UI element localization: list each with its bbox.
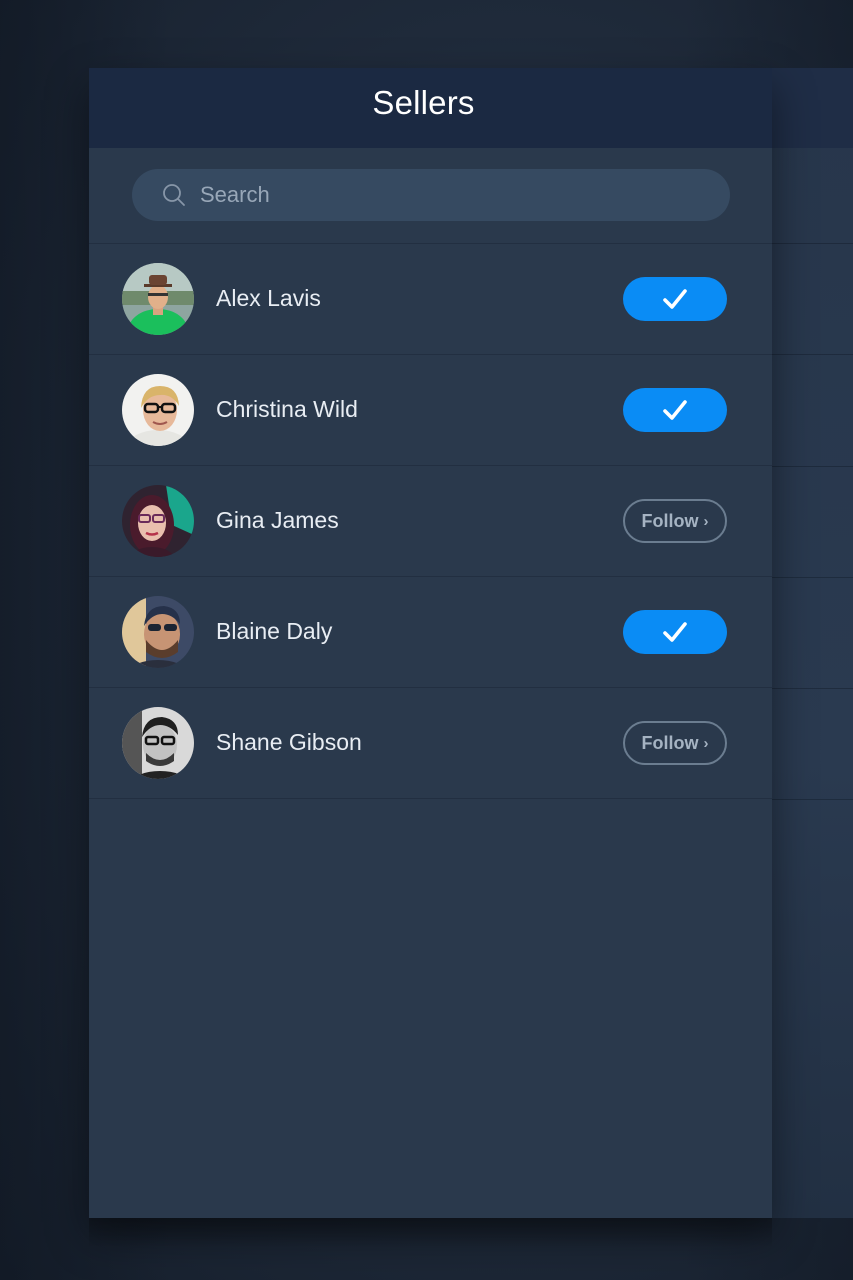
seller-row: Blaine Daly — [89, 577, 772, 688]
avatar — [122, 596, 194, 668]
follow-button[interactable]: Follow › — [623, 721, 727, 765]
seller-name: Shane Gibson — [216, 729, 362, 755]
search-input[interactable] — [200, 182, 700, 208]
seller-name: Blaine Daly — [216, 618, 333, 644]
avatar — [122, 707, 194, 779]
follow-button[interactable]: Follow › — [623, 499, 727, 543]
follow-label: Follow — [641, 732, 699, 753]
checkmark-icon — [663, 400, 687, 420]
avatar — [122, 374, 194, 446]
following-button[interactable] — [623, 277, 727, 321]
following-button[interactable] — [623, 610, 727, 654]
seller-row: Christina Wild — [89, 355, 772, 466]
checkmark-icon — [663, 289, 687, 309]
search-bar[interactable] — [132, 169, 730, 221]
chevron-right-icon: › — [703, 734, 709, 752]
panel-shadow — [89, 1218, 772, 1248]
background-side-panel — [770, 68, 853, 1218]
search-area — [89, 148, 772, 244]
seller-row: Alex Lavis — [89, 244, 772, 355]
following-button[interactable] — [623, 388, 727, 432]
follow-label: Follow — [641, 510, 699, 531]
sellers-panel: Sellers Search Alex Lavis Christina Wild… — [89, 68, 772, 1218]
search-icon — [162, 183, 186, 207]
page-title: Sellers — [372, 84, 475, 121]
seller-name: Alex Lavis — [216, 285, 321, 311]
seller-name: Christina Wild — [216, 396, 358, 422]
seller-row: Gina James Follow › — [89, 466, 772, 577]
avatar — [122, 485, 194, 557]
seller-row: Shane Gibson Follow › — [89, 688, 772, 799]
chevron-right-icon: › — [703, 512, 709, 530]
avatar — [122, 263, 194, 335]
seller-name: Gina James — [216, 507, 339, 533]
checkmark-icon — [663, 622, 687, 642]
header-bar: Sellers — [89, 68, 772, 148]
